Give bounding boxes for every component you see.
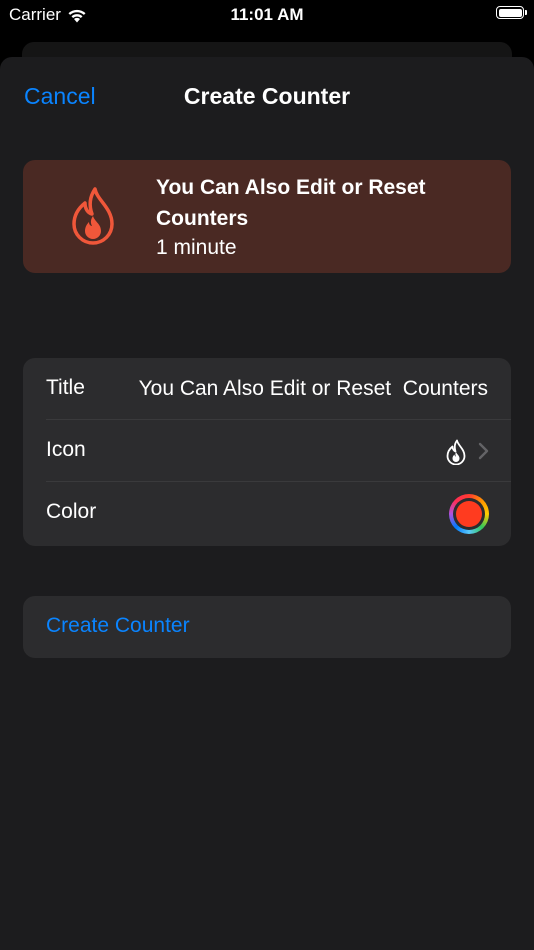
selected-color-dot	[456, 501, 482, 527]
status-time: 11:01 AM	[230, 5, 304, 24]
title-field[interactable]	[103, 372, 488, 406]
flame-icon	[446, 439, 466, 465]
status-bar: Carrier 11:01 AM	[0, 0, 534, 32]
chevron-right-icon	[478, 442, 489, 460]
page-title: Create Counter	[183, 83, 351, 109]
preview-subtitle: 1 minute	[156, 236, 237, 259]
color-row[interactable]: Color	[23, 482, 511, 544]
title-label: Title	[46, 376, 85, 399]
create-counter-button[interactable]: Create Counter	[23, 596, 511, 658]
flame-icon	[72, 187, 114, 245]
battery-fill	[498, 8, 522, 17]
navigation-bar: Cancel Create Counter	[0, 57, 534, 137]
title-row[interactable]: Title	[23, 358, 511, 420]
battery-icon	[496, 6, 527, 19]
icon-row[interactable]: Icon	[23, 420, 511, 482]
create-counter-label: Create Counter	[46, 614, 190, 637]
icon-label: Icon	[46, 438, 86, 461]
counter-preview-card: You Can Also Edit or Reset Counters 1 mi…	[23, 160, 511, 273]
color-picker-button[interactable]	[449, 494, 489, 534]
counter-form: Title Icon Color	[23, 358, 511, 546]
create-counter-sheet: Cancel Create Counter You Can Also Edit …	[0, 57, 534, 950]
color-label: Color	[46, 500, 97, 523]
preview-title: You Can Also Edit or Reset Counters	[156, 176, 426, 230]
